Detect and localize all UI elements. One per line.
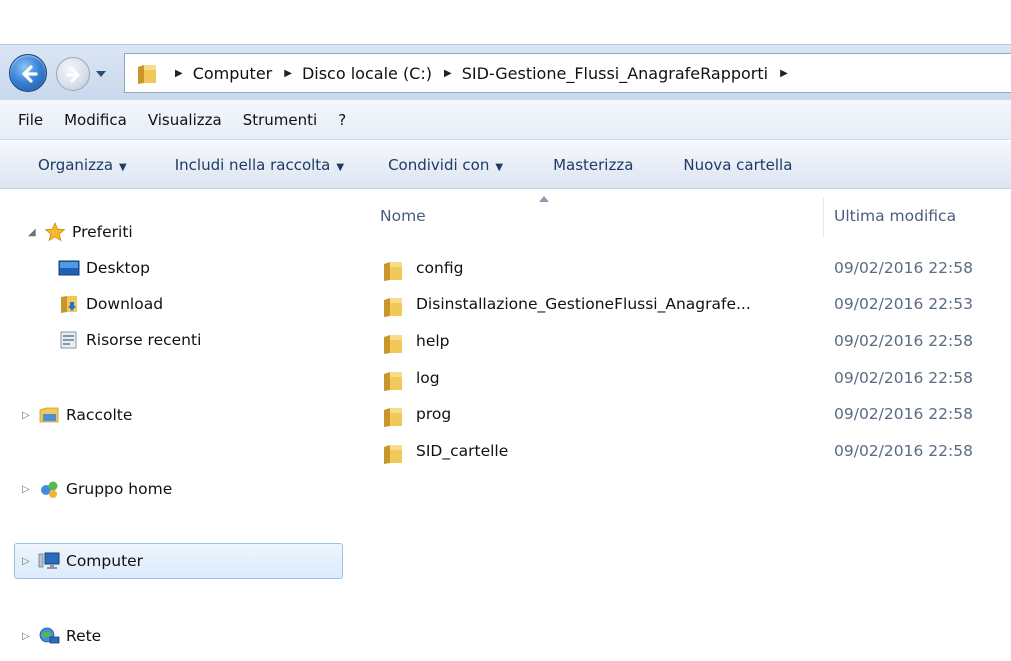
file-row[interactable]: SID_cartelle 09/02/2016 22:58 [350, 435, 1011, 471]
file-modified-date: 09/02/2016 22:58 [834, 332, 973, 350]
download-folder-icon [61, 296, 77, 313]
expand-triangle-icon[interactable]: ▷ [22, 484, 34, 495]
libraries-icon [39, 407, 59, 423]
nav-computer[interactable]: ▷ Computer [22, 547, 143, 575]
sort-ascending-icon [539, 196, 549, 202]
include-in-library-button[interactable]: Includi nella raccolta ▼ [175, 156, 344, 174]
menu-help[interactable]: ? [331, 111, 353, 129]
folder-icon [384, 298, 402, 317]
nav-network[interactable]: ▷ Rete [22, 622, 101, 650]
menu-file[interactable]: File [0, 111, 57, 129]
nav-desktop[interactable]: Desktop [58, 254, 150, 282]
navigation-pane: ◢ Preferiti Desktop Download Risorse rec… [0, 190, 350, 661]
file-name: Disinstallazione_GestioneFlussi_Anagrafe… [416, 295, 751, 313]
new-folder-button[interactable]: Nuova cartella [683, 156, 792, 174]
file-modified-date: 09/02/2016 22:58 [834, 442, 973, 460]
chevron-down-icon: ▼ [495, 161, 504, 173]
menu-view[interactable]: Visualizza [141, 111, 236, 129]
computer-icon [38, 552, 60, 569]
expand-triangle-icon[interactable]: ▷ [22, 556, 34, 567]
nav-libraries-label: Raccolte [66, 406, 133, 424]
history-dropdown-icon[interactable] [94, 67, 108, 81]
chevron-down-icon: ▼ [119, 161, 127, 173]
share-with-button[interactable]: Condividi con ▼ [388, 156, 503, 174]
expand-triangle-icon[interactable]: ▷ [22, 410, 34, 421]
breadcrumb-drive[interactable]: Disco locale (C:) [302, 64, 432, 83]
column-header-name[interactable]: Nome [380, 207, 426, 225]
file-row[interactable]: config 09/02/2016 22:58 [350, 252, 1011, 288]
back-arrow-icon [22, 65, 38, 83]
nav-recent-places[interactable]: Risorse recenti [58, 326, 201, 354]
file-name: config [416, 259, 464, 277]
address-row: ▶ Computer ▶ Disco locale (C:) ▶ SID-Ges… [0, 44, 1011, 100]
menu-tools[interactable]: Strumenti [236, 111, 331, 129]
back-button[interactable] [9, 54, 47, 92]
menu-bar: File Modifica Visualizza Strumenti ? [0, 100, 1011, 140]
network-icon [39, 627, 60, 644]
file-row[interactable]: Disinstallazione_GestioneFlussi_Anagrafe… [350, 288, 1011, 324]
homegroup-icon [41, 481, 58, 498]
file-name: prog [416, 405, 452, 423]
folder-icon [384, 372, 402, 391]
file-name: log [416, 369, 440, 387]
expand-triangle-icon[interactable]: ▷ [22, 631, 34, 642]
nav-network-label: Rete [66, 627, 102, 645]
address-bar[interactable]: ▶ Computer ▶ Disco locale (C:) ▶ SID-Ges… [124, 53, 1011, 93]
file-list-pane: Nome Ultima modifica config 09/02/2016 2… [350, 190, 1011, 661]
file-name: help [416, 332, 450, 350]
breadcrumb-folder[interactable]: SID-Gestione_Flussi_AnagrafeRapporti [462, 64, 768, 83]
file-modified-date: 09/02/2016 22:58 [834, 259, 973, 277]
file-row[interactable]: help 09/02/2016 22:58 [350, 325, 1011, 361]
menu-edit[interactable]: Modifica [57, 111, 141, 129]
folder-icon [384, 335, 402, 354]
burn-button[interactable]: Masterizza [553, 156, 633, 174]
nav-libraries[interactable]: ▷ Raccolte [22, 401, 132, 429]
breadcrumb-computer[interactable]: Computer [193, 64, 273, 83]
recent-places-icon [60, 331, 77, 349]
file-row[interactable]: prog 09/02/2016 22:58 [350, 398, 1011, 434]
file-modified-date: 09/02/2016 22:58 [834, 369, 973, 387]
organize-label: Organizza [38, 155, 114, 174]
breadcrumb-chevron-icon[interactable]: ▶ [444, 68, 452, 79]
include-label: Includi nella raccolta [174, 155, 331, 174]
file-name: SID_cartelle [416, 442, 509, 460]
nav-computer-label: Computer [66, 552, 144, 570]
nav-recent-label: Risorse recenti [86, 331, 202, 349]
file-modified-date: 09/02/2016 22:58 [834, 405, 973, 423]
chevron-down-icon: ▼ [336, 161, 345, 173]
folder-icon [384, 262, 402, 281]
nav-favorites-label: Preferiti [72, 223, 133, 241]
star-icon [44, 222, 66, 242]
organize-button[interactable]: Organizza ▼ [38, 156, 127, 174]
nav-homegroup-label: Gruppo home [66, 480, 173, 498]
share-label: Condividi con [388, 155, 490, 174]
folder-icon [384, 408, 402, 427]
column-header-modified[interactable]: Ultima modifica [834, 207, 956, 225]
breadcrumb-chevron-icon[interactable]: ▶ [284, 68, 292, 79]
nav-favorites[interactable]: ◢ Preferiti [28, 218, 133, 246]
folder-icon [138, 65, 156, 84]
command-bar: Organizza ▼ Includi nella raccolta ▼ Condi… [0, 141, 1011, 189]
nav-download-label: Download [86, 295, 164, 313]
file-row[interactable]: log 09/02/2016 22:58 [350, 362, 1011, 398]
folder-icon [384, 445, 402, 464]
nav-desktop-label: Desktop [86, 259, 150, 277]
forward-arrow-icon [66, 67, 80, 83]
nav-download[interactable]: Download [58, 290, 163, 318]
breadcrumb-chevron-icon[interactable]: ▶ [780, 68, 788, 79]
collapse-triangle-icon[interactable]: ◢ [28, 227, 40, 238]
desktop-icon [58, 260, 80, 276]
file-modified-date: 09/02/2016 22:53 [834, 295, 973, 313]
column-divider[interactable] [823, 198, 824, 238]
forward-button[interactable] [56, 57, 90, 91]
title-bar-area [0, 0, 1011, 44]
breadcrumb-chevron-icon[interactable]: ▶ [175, 68, 183, 79]
nav-homegroup[interactable]: ▷ Gruppo home [22, 475, 172, 503]
